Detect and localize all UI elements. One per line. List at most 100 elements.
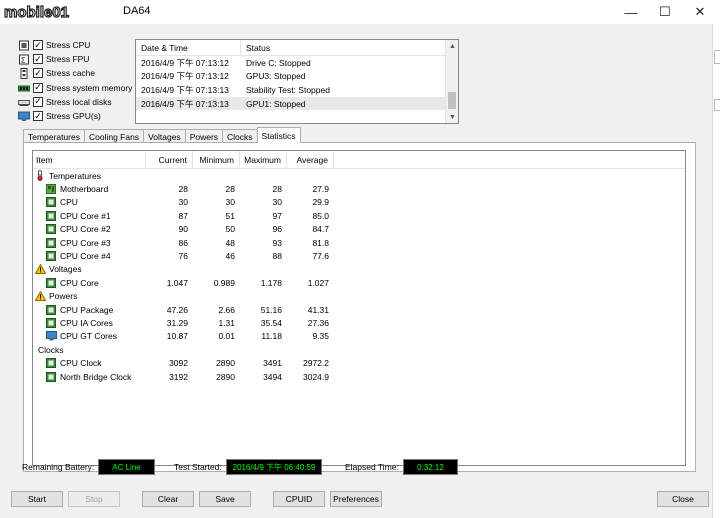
stress-options: ✓ Stress CPU Σ ✓ Stress FPU ✓ Stress cache ✓ Str…: [18, 38, 132, 123]
log-row[interactable]: 2016/4/9 下午 07:13:12 GPU3: Stopped: [136, 70, 458, 84]
maximum-value: 96: [272, 224, 282, 235]
table-row[interactable]: CPU Core #4 76 46 88 77.6: [33, 249, 685, 262]
minimum-value: 2.66: [218, 304, 235, 315]
row-item-cell: North Bridge Clock: [33, 371, 146, 382]
test-started-value: 2016/4/9 下午 06:40:59: [226, 459, 322, 475]
maximize-button[interactable]: ☐: [648, 0, 682, 24]
table-group-row[interactable]: Temperatures: [33, 169, 685, 182]
tab-cooling-fans[interactable]: Cooling Fans: [83, 129, 145, 143]
row-item-cell: CPU IA Cores: [33, 317, 146, 328]
cpu-chip-icon: [46, 197, 57, 208]
tab-temperatures[interactable]: Temperatures: [23, 129, 85, 143]
tab-voltages[interactable]: Voltages: [143, 129, 186, 143]
minimize-button[interactable]: —: [614, 0, 648, 24]
tab-statistics[interactable]: Statistics: [256, 127, 301, 143]
log-scrollbar[interactable]: ▲ ▼: [445, 40, 458, 123]
table-group-row[interactable]: Voltages: [33, 263, 685, 276]
stress-option[interactable]: Σ ✓ Stress FPU: [18, 52, 132, 66]
log-row[interactable]: 2016/4/9 下午 07:13:12 Drive C: Stopped: [136, 56, 458, 70]
table-row[interactable]: CPU Core #1 87 51 97 85.0: [33, 209, 685, 222]
stress-option[interactable]: ✓ Stress local disks: [18, 95, 132, 109]
row-item-cell: Powers: [33, 291, 146, 302]
stress-checkbox[interactable]: ✓: [33, 96, 43, 107]
row-label: CPU Core #4: [60, 251, 111, 262]
log-header-datetime[interactable]: Date & Time: [136, 40, 241, 55]
current-value: 28: [178, 184, 188, 195]
table-row[interactable]: CPU Core #2 90 50 96 84.7: [33, 223, 685, 236]
average-value: 1.027: [307, 277, 329, 288]
close-window-button[interactable]: ✕: [683, 0, 717, 24]
table-row[interactable]: CPU Package 47.26 2.66 51.16 41.31: [33, 303, 685, 316]
maximum-value: 35.54: [260, 317, 282, 328]
start-button[interactable]: Start: [11, 491, 63, 507]
col-average[interactable]: Average: [287, 151, 334, 168]
stress-option-label: Stress FPU: [46, 54, 90, 65]
average-value: 41.31: [307, 304, 329, 315]
table-row[interactable]: CPU 30 30 30 29.9: [33, 196, 685, 209]
disk-icon: [18, 97, 30, 107]
statistics-panel: Item Current Minimum Maximum Average Tem…: [23, 142, 696, 472]
preferences-button[interactable]: Preferences: [330, 491, 382, 507]
stress-option-label: Stress CPU: [46, 40, 91, 51]
table-row[interactable]: Motherboard 28 28 28 27.9: [33, 182, 685, 195]
stress-checkbox[interactable]: ✓: [33, 111, 43, 122]
minimum-value: 0.01: [218, 331, 235, 342]
cpu-icon: [18, 40, 30, 51]
window-body: ✓ Stress CPU Σ ✓ Stress FPU ✓ Stress cache ✓ Str…: [0, 24, 713, 518]
close-button[interactable]: Close: [657, 491, 709, 507]
stress-checkbox[interactable]: ✓: [33, 40, 43, 51]
log-row[interactable]: 2016/4/9 下午 07:13:13 GPU1: Stopped: [136, 96, 458, 111]
log-header-status[interactable]: Status: [241, 43, 270, 53]
log-row[interactable]: 2016/4/9 下午 07:13:13 Stability Test: Stop…: [136, 83, 458, 97]
scroll-up-icon[interactable]: ▲: [446, 40, 459, 52]
memory-icon: [18, 83, 30, 93]
table-group-row[interactable]: Clocks: [33, 343, 685, 356]
save-button[interactable]: Save: [199, 491, 251, 507]
average-value: 2972.2: [303, 358, 329, 369]
scroll-thumb[interactable]: [448, 92, 456, 109]
row-label: CPU: [60, 197, 78, 208]
log-header: Date & Time Status: [136, 40, 458, 56]
minimum-value: 0.989: [213, 277, 235, 288]
clear-button[interactable]: Clear: [142, 491, 194, 507]
table-row[interactable]: CPU IA Cores 31.29 1.31 35.54 27.36: [33, 316, 685, 329]
row-item-cell: CPU Core #3: [33, 237, 146, 248]
maximum-value: 1.178: [260, 277, 282, 288]
minimum-value: 2890: [216, 358, 235, 369]
stress-checkbox[interactable]: ✓: [33, 82, 43, 93]
stress-checkbox[interactable]: ✓: [33, 68, 43, 79]
table-row[interactable]: CPU Clock 3092 2890 3491 2972.2: [33, 356, 685, 369]
status-log[interactable]: Date & Time Status 2016/4/9 下午 07:13:12 D…: [135, 39, 459, 124]
row-label: Motherboard: [60, 184, 109, 195]
current-value: 30: [178, 197, 188, 208]
average-value: 81.8: [312, 237, 329, 248]
scroll-down-icon[interactable]: ▼: [446, 111, 459, 123]
stress-checkbox[interactable]: ✓: [33, 54, 43, 65]
current-value: 86: [178, 237, 188, 248]
tab-powers[interactable]: Powers: [184, 129, 224, 143]
stress-option[interactable]: ✓ Stress system memory: [18, 81, 132, 95]
maximum-value: 3491: [263, 358, 282, 369]
stress-option[interactable]: ✓ Stress CPU: [18, 38, 132, 52]
current-value: 90: [178, 224, 188, 235]
table-row[interactable]: CPU Core #3 86 48 93 81.8: [33, 236, 685, 249]
tab-clocks[interactable]: Clocks: [222, 129, 258, 143]
col-item[interactable]: Item: [33, 151, 146, 168]
maximum-value: 3494: [263, 371, 282, 382]
maximum-value: 11.18: [261, 331, 282, 342]
col-maximum[interactable]: Maximum: [240, 151, 287, 168]
average-value: 3024.9: [303, 371, 329, 382]
stop-button[interactable]: Stop: [68, 491, 120, 507]
col-current[interactable]: Current: [146, 151, 193, 168]
close-icon: ✕: [694, 4, 706, 19]
table-row[interactable]: CPU GT Cores 10.87 0.01 11.18 9.35: [33, 330, 685, 343]
stress-option[interactable]: ✓ Stress GPU(s): [18, 109, 132, 123]
cpuid-button[interactable]: CPUID: [273, 491, 325, 507]
row-label: Voltages: [49, 264, 82, 275]
table-row[interactable]: North Bridge Clock 3192 2890 3494 3024.9: [33, 370, 685, 383]
col-minimum[interactable]: Minimum: [193, 151, 240, 168]
table-row[interactable]: CPU Core 1.047 0.989 1.178 1.027: [33, 276, 685, 289]
stress-option[interactable]: ✓ Stress cache: [18, 66, 132, 80]
row-label: CPU Core #1: [60, 210, 111, 221]
table-group-row[interactable]: Powers: [33, 290, 685, 303]
